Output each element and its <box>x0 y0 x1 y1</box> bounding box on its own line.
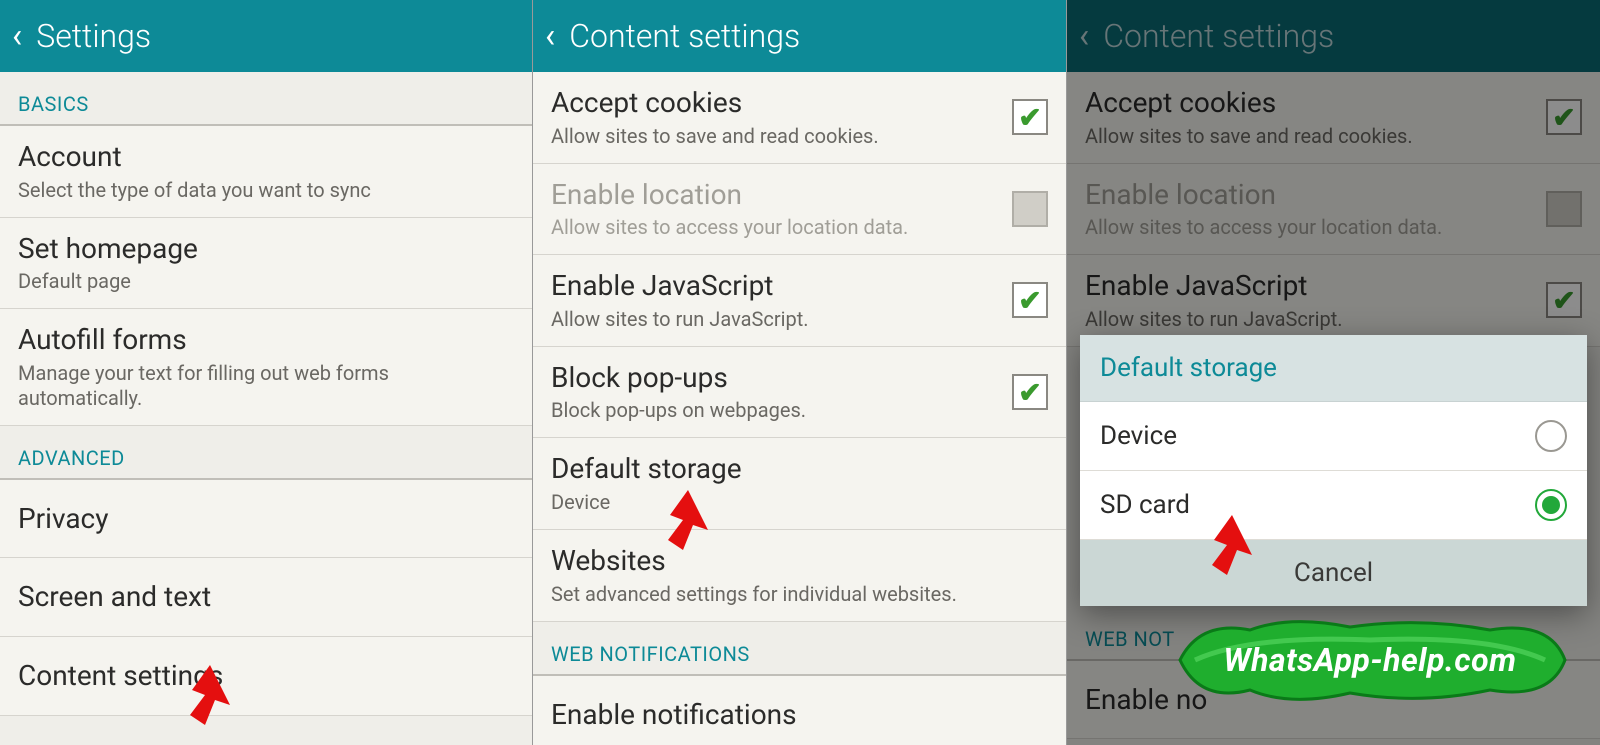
row-title: Enable notifications <box>551 698 1048 732</box>
header-content-settings: ‹ Content settings <box>533 0 1066 72</box>
row-title: Content settings <box>18 659 514 693</box>
dialog-option-device[interactable]: Device <box>1080 402 1587 471</box>
radio-device[interactable] <box>1535 420 1567 452</box>
back-icon[interactable]: ‹ <box>12 19 22 53</box>
checkbox-enable-javascript[interactable] <box>1012 282 1048 318</box>
checkbox-accept-cookies[interactable] <box>1012 99 1048 135</box>
header-settings: ‹ Settings <box>0 0 532 72</box>
section-web-notifications: WEB NOTIFICATIONS <box>533 622 1066 676</box>
section-advanced: ADVANCED <box>0 426 532 480</box>
row-title: Set homepage <box>18 232 514 266</box>
row-sub: Allow sites to run JavaScript. <box>551 307 1048 332</box>
checkbox-enable-location[interactable] <box>1012 191 1048 227</box>
row-account[interactable]: Account Select the type of data you want… <box>0 126 532 218</box>
dialog-default-storage: Default storage Device SD card Cancel <box>1080 335 1587 606</box>
row-screen-and-text[interactable]: Screen and text <box>0 558 532 637</box>
watermark-badge: WhatsApp-help.com <box>1170 615 1570 705</box>
row-sub: Allow sites to save and read cookies. <box>551 124 1048 149</box>
row-title: Default storage <box>551 452 1048 486</box>
header-title: Settings <box>36 17 151 55</box>
row-title: Account <box>18 140 514 174</box>
row-title: Screen and text <box>18 580 514 614</box>
row-title: Block pop-ups <box>551 361 1048 395</box>
row-title: Enable location <box>551 178 1048 212</box>
row-sub: Device <box>551 490 1048 515</box>
row-default-storage[interactable]: Default storage Device <box>533 438 1066 530</box>
option-label: Device <box>1100 421 1177 451</box>
row-content-settings[interactable]: Content settings <box>0 637 532 716</box>
row-title: Autofill forms <box>18 323 514 357</box>
section-basics: BASICS <box>0 72 532 126</box>
dialog-option-sd-card[interactable]: SD card <box>1080 471 1587 540</box>
radio-sd-card[interactable] <box>1535 489 1567 521</box>
row-title: Accept cookies <box>551 86 1048 120</box>
checkbox-block-popups[interactable] <box>1012 374 1048 410</box>
watermark-text: WhatsApp-help.com <box>1170 615 1570 705</box>
row-sub: Manage your text for filling out web for… <box>18 361 514 411</box>
header-title: Content settings <box>569 17 800 55</box>
row-title: Websites <box>551 544 1048 578</box>
panel-content-settings-dimmed: ‹ Content settings Accept cookies Allow … <box>1067 0 1600 745</box>
dialog-cancel-button[interactable]: Cancel <box>1080 540 1587 606</box>
option-label: SD card <box>1100 490 1190 520</box>
row-websites[interactable]: Websites Set advanced settings for indiv… <box>533 530 1066 622</box>
back-icon[interactable]: ‹ <box>545 19 555 53</box>
row-enable-notifications[interactable]: Enable notifications <box>533 676 1066 745</box>
row-block-popups[interactable]: Block pop-ups Block pop-ups on webpages. <box>533 347 1066 439</box>
row-sub: Default page <box>18 269 514 294</box>
row-title: Enable JavaScript <box>551 269 1048 303</box>
row-title: Privacy <box>18 502 514 536</box>
row-enable-javascript[interactable]: Enable JavaScript Allow sites to run Jav… <box>533 255 1066 347</box>
row-enable-location[interactable]: Enable location Allow sites to access yo… <box>533 164 1066 256</box>
row-sub: Set advanced settings for individual web… <box>551 582 1048 607</box>
row-accept-cookies[interactable]: Accept cookies Allow sites to save and r… <box>533 72 1066 164</box>
dialog-title: Default storage <box>1080 335 1587 402</box>
panel-content-settings: ‹ Content settings Accept cookies Allow … <box>533 0 1067 745</box>
row-sub: Select the type of data you want to sync <box>18 178 514 203</box>
row-sub: Allow sites to access your location data… <box>551 215 1048 240</box>
panel-settings: ‹ Settings BASICS Account Select the typ… <box>0 0 533 745</box>
row-privacy[interactable]: Privacy <box>0 480 532 559</box>
row-sub: Block pop-ups on webpages. <box>551 398 1048 423</box>
row-autofill-forms[interactable]: Autofill forms Manage your text for fill… <box>0 309 532 426</box>
row-set-homepage[interactable]: Set homepage Default page <box>0 218 532 310</box>
